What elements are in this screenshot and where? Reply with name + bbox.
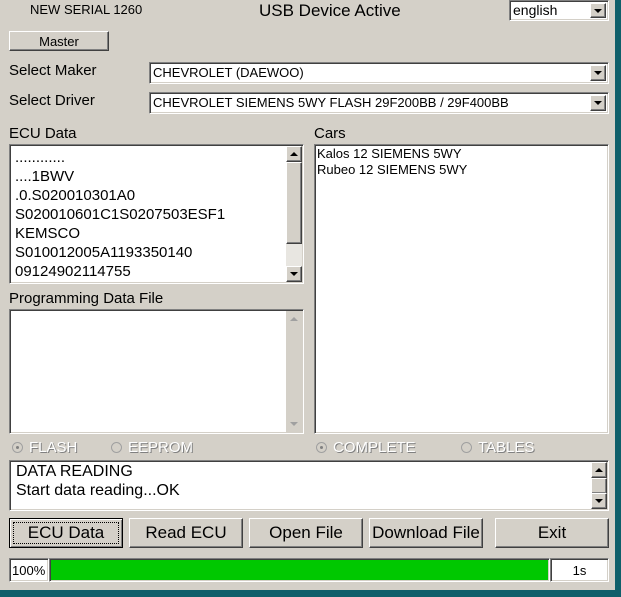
log-line: DATA READING	[16, 463, 133, 480]
log-line: Start data reading...OK	[16, 482, 180, 499]
progress-percent: 100%	[9, 558, 49, 582]
serial-label: NEW SERIAL 1260	[30, 2, 143, 17]
cars-list[interactable]: Kalos 12 SIEMENS 5WY Rubeo 12 SIEMENS 5W…	[314, 144, 609, 434]
maker-select[interactable]: CHEVROLET (DAEWOO)	[149, 62, 609, 84]
elapsed-time: 1s	[550, 558, 609, 582]
progress-percent-text: 100%	[12, 562, 46, 578]
programming-data-box[interactable]	[9, 309, 304, 434]
language-dropdown-button[interactable]	[590, 3, 606, 18]
window-bottom-border	[0, 590, 621, 597]
scroll-up-button[interactable]	[286, 146, 302, 162]
tables-label: TABLES	[478, 439, 535, 456]
eeprom-radio[interactable]: EEPROM	[111, 439, 193, 456]
tables-radio[interactable]: TABLES	[461, 439, 534, 456]
driver-select[interactable]: CHEVROLET SIEMENS 5WY FLASH 29F200BB / 2…	[149, 92, 609, 114]
ecu-data-label: ECU Data	[9, 125, 77, 142]
radio-dot	[461, 442, 472, 453]
programming-scrollbar	[286, 311, 302, 432]
scroll-up-button	[286, 311, 302, 327]
ecu-data-scrollbar[interactable]	[286, 146, 302, 282]
maker-value: CHEVROLET (DAEWOO)	[153, 65, 304, 80]
window-right-border	[615, 0, 621, 597]
complete-radio[interactable]: COMPLETE	[316, 439, 416, 456]
select-maker-label: Select Maker	[9, 62, 97, 79]
arrow-up-icon	[290, 152, 298, 156]
ecu-data-line: S020010601C1S0207503ESF1	[15, 206, 226, 223]
car-item[interactable]: Rubeo 12 SIEMENS 5WY	[315, 162, 608, 178]
ecu-data-line: .0.S020010301A0	[15, 187, 136, 204]
eeprom-label: EEPROM	[128, 439, 194, 456]
arrow-down-icon	[290, 422, 298, 426]
flash-radio[interactable]: FLASH	[12, 439, 77, 456]
log-box[interactable]: DATA READING Start data reading...OK	[9, 460, 609, 511]
car-item[interactable]: Kalos 12 SIEMENS 5WY	[315, 146, 608, 162]
ecu-data-line: ............	[15, 149, 66, 166]
scroll-thumb[interactable]	[591, 478, 607, 494]
chevron-down-icon	[594, 8, 602, 13]
flash-label: FLASH	[29, 439, 78, 456]
arrow-down-icon	[595, 499, 603, 503]
arrow-up-icon	[595, 468, 603, 472]
usb-status: USB Device Active	[259, 1, 401, 20]
driver-dropdown-button[interactable]	[590, 95, 606, 111]
download-file-button[interactable]: Download File	[369, 518, 483, 548]
ecu-data-list[interactable]: ............ ....1BWV .0.S020010301A0 S0…	[9, 144, 304, 284]
programming-data-label: Programming Data File	[9, 290, 164, 307]
progress-bar	[49, 558, 550, 582]
ecu-data-line: ....1BWV	[15, 168, 75, 185]
driver-value: CHEVROLET SIEMENS 5WY FLASH 29F200BB / 2…	[153, 95, 509, 110]
log-scrollbar[interactable]	[591, 462, 607, 509]
scroll-down-button[interactable]	[286, 266, 302, 282]
elapsed-time-text: 1s	[572, 562, 587, 578]
select-driver-label: Select Driver	[9, 92, 95, 109]
progress-fill	[51, 560, 548, 580]
maker-dropdown-button[interactable]	[590, 65, 606, 81]
complete-label: COMPLETE	[333, 439, 416, 456]
chevron-down-icon	[594, 71, 602, 75]
ecu-data-button[interactable]: ECU Data	[9, 518, 123, 548]
scroll-up-button[interactable]	[591, 462, 607, 478]
cars-label: Cars	[314, 125, 346, 142]
language-value: english	[513, 2, 558, 18]
scroll-thumb[interactable]	[286, 162, 302, 244]
master-button[interactable]: Master	[9, 31, 109, 51]
radio-dot	[12, 442, 23, 453]
language-select[interactable]: english	[509, 0, 609, 21]
radio-dot	[111, 442, 122, 453]
ecu-data-line: S010012005A1193350140	[15, 244, 193, 261]
arrow-down-icon	[290, 272, 298, 276]
scroll-down-button	[286, 416, 302, 432]
read-ecu-button[interactable]: Read ECU	[129, 518, 243, 548]
ecu-data-line: KEMSCO	[15, 225, 81, 242]
radio-dot	[316, 442, 327, 453]
open-file-button[interactable]: Open File	[249, 518, 363, 548]
ecu-data-line: 09124902114755	[15, 263, 131, 280]
scroll-down-button[interactable]	[591, 493, 607, 509]
exit-button[interactable]: Exit	[495, 518, 609, 548]
arrow-up-icon	[290, 317, 298, 321]
chevron-down-icon	[594, 101, 602, 105]
